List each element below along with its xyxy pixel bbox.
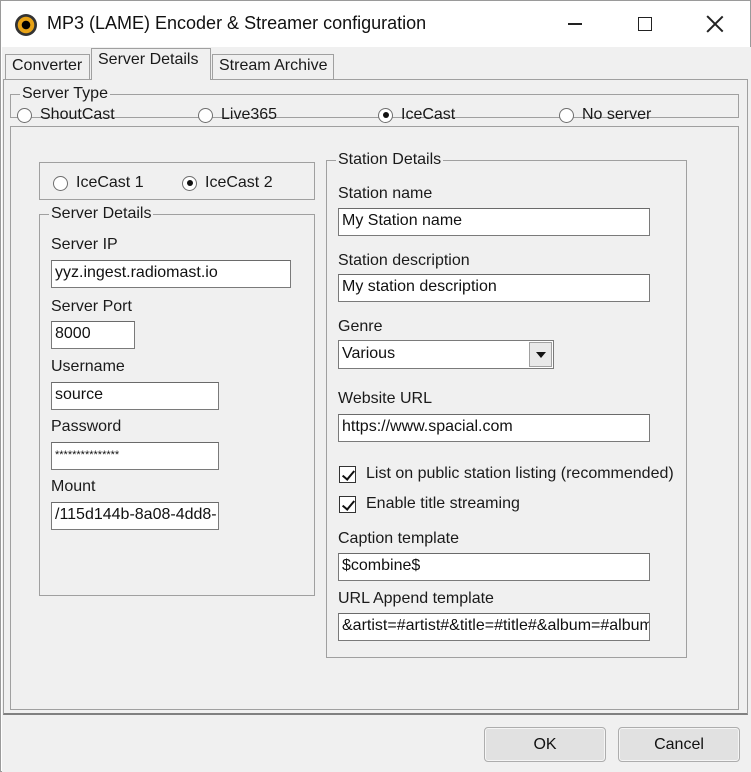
radio-shoutcast-label: ShoutCast bbox=[40, 106, 115, 123]
station-details-legend: Station Details bbox=[338, 151, 442, 168]
genre-label: Genre bbox=[338, 318, 383, 335]
radio-indicator bbox=[53, 175, 68, 191]
minimize-icon bbox=[568, 23, 582, 25]
radio-icecast[interactable]: IceCast bbox=[378, 106, 455, 124]
radio-indicator bbox=[198, 107, 213, 123]
url-append-label: URL Append template bbox=[338, 590, 494, 607]
radio-icecast-label: IceCast bbox=[401, 106, 456, 123]
radio-live365-label: Live365 bbox=[221, 106, 278, 123]
password-label: Password bbox=[51, 418, 122, 435]
website-url-input[interactable]: https://www.spacial.com bbox=[338, 414, 650, 442]
tab-server-details[interactable]: Server Details bbox=[91, 48, 211, 80]
chevron-down-icon bbox=[535, 351, 546, 358]
minimize-button[interactable] bbox=[551, 1, 599, 47]
mount-label: Mount bbox=[51, 478, 96, 495]
server-ip-label: Server IP bbox=[51, 236, 118, 253]
genre-dropdown-button[interactable] bbox=[529, 342, 552, 367]
tab-stream-archive[interactable]: Stream Archive bbox=[212, 54, 334, 81]
checkmark-icon bbox=[339, 495, 356, 513]
station-description-label: Station description bbox=[338, 252, 470, 269]
caption-template-input[interactable]: $combine$ bbox=[338, 553, 650, 581]
radio-icecast1-label: IceCast 1 bbox=[76, 174, 144, 191]
radio-icecast2-label: IceCast 2 bbox=[205, 174, 273, 191]
radio-no-server[interactable]: No server bbox=[559, 106, 651, 124]
radio-icecast2[interactable]: IceCast 2 bbox=[182, 174, 273, 192]
client-area: Converter Server Details Stream Archive … bbox=[2, 47, 751, 772]
list-public-checkbox[interactable]: List on public station listing (recommen… bbox=[339, 465, 674, 483]
server-details-legend: Server Details bbox=[51, 205, 152, 222]
mp3-encoder-icon bbox=[15, 14, 37, 36]
close-button[interactable] bbox=[691, 1, 739, 47]
radio-shoutcast[interactable]: ShoutCast bbox=[17, 106, 115, 124]
username-label: Username bbox=[51, 358, 125, 375]
server-ip-input[interactable]: yyz.ingest.radiomast.io bbox=[51, 260, 291, 288]
close-icon bbox=[706, 15, 724, 33]
password-input[interactable]: *************** bbox=[51, 442, 219, 470]
website-url-label: Website URL bbox=[338, 390, 432, 407]
username-input[interactable]: source bbox=[51, 382, 219, 410]
station-name-input[interactable]: My Station name bbox=[338, 208, 650, 236]
radio-live365[interactable]: Live365 bbox=[198, 106, 277, 124]
radio-no-server-label: No server bbox=[582, 106, 652, 123]
caption-template-label: Caption template bbox=[338, 530, 459, 547]
tab-converter[interactable]: Converter bbox=[5, 54, 90, 81]
ok-button[interactable]: OK bbox=[484, 727, 606, 762]
maximize-icon bbox=[638, 17, 652, 31]
maximize-button[interactable] bbox=[621, 1, 669, 47]
title-bar: MP3 (LAME) Encoder & Streamer configurat… bbox=[1, 1, 750, 47]
cancel-button[interactable]: Cancel bbox=[618, 727, 740, 762]
title-streaming-checkbox[interactable]: Enable title streaming bbox=[339, 495, 520, 513]
radio-indicator-selected bbox=[378, 107, 393, 123]
genre-select[interactable]: Various bbox=[338, 340, 554, 369]
station-description-input[interactable]: My station description bbox=[338, 274, 650, 302]
radio-icecast1[interactable]: IceCast 1 bbox=[53, 174, 144, 192]
radio-indicator bbox=[17, 107, 32, 123]
mount-input[interactable]: /115d144b-8a08-4dd8- bbox=[51, 502, 219, 530]
server-type-legend: Server Type bbox=[22, 85, 108, 102]
station-name-label: Station name bbox=[338, 185, 433, 202]
url-append-input[interactable]: &artist=#artist#&title=#title#&album=#al… bbox=[338, 613, 650, 641]
genre-value: Various bbox=[342, 345, 396, 362]
window-title: MP3 (LAME) Encoder & Streamer configurat… bbox=[47, 13, 427, 33]
server-port-input[interactable]: 8000 bbox=[51, 321, 135, 349]
server-port-label: Server Port bbox=[51, 298, 132, 315]
radio-indicator bbox=[559, 107, 574, 123]
checkmark-icon bbox=[339, 465, 356, 483]
title-streaming-label: Enable title streaming bbox=[366, 495, 520, 512]
list-public-label: List on public station listing (recommen… bbox=[366, 465, 674, 482]
radio-indicator-selected bbox=[182, 175, 197, 191]
server-details-panel: Server Type ShoutCast Live365 IceCast No… bbox=[3, 79, 748, 715]
config-window: MP3 (LAME) Encoder & Streamer configurat… bbox=[0, 0, 751, 772]
